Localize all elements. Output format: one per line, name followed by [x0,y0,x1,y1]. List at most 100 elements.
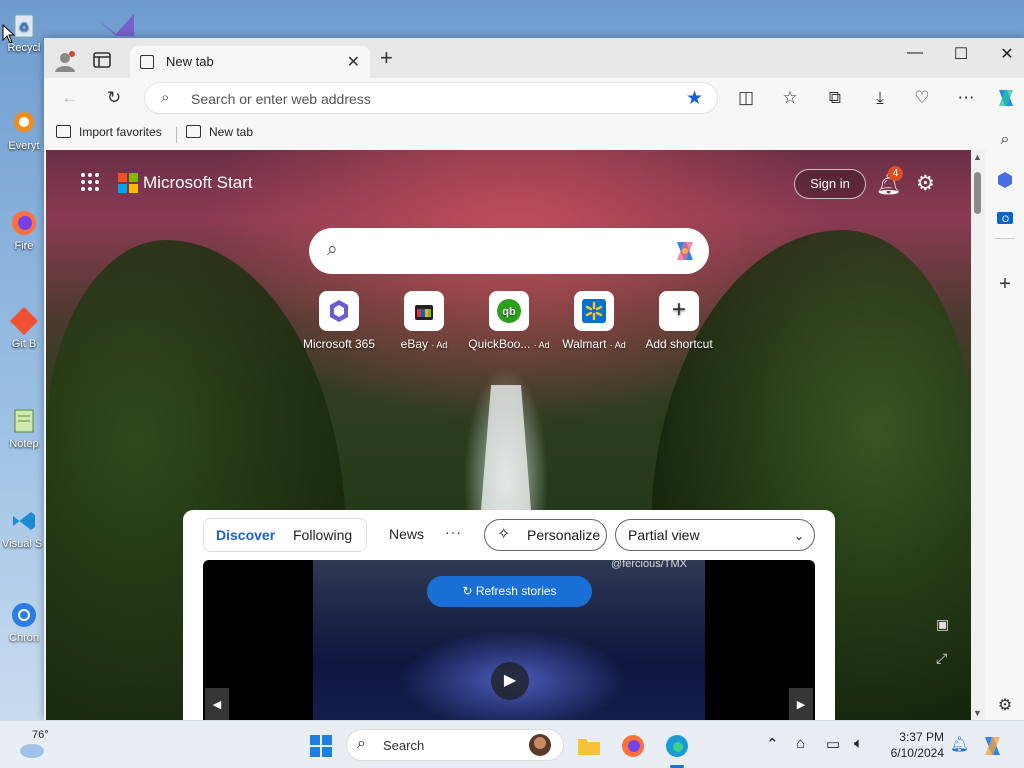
favorites-divider [176,127,177,143]
desktop-icon-label: Chron [9,632,39,644]
desktop-icon-chrome[interactable]: Chron [2,600,46,644]
tab-new-tab[interactable]: New tab ✕ [130,46,370,78]
back-arrow-icon[interactable]: ← [58,86,82,110]
desktop-icon-firefox[interactable]: Fire [2,208,46,252]
view-mode-select[interactable]: Partial view ⌄ [615,519,815,551]
title-bar: New tab ✕ + — ☐ ✕ [44,38,1024,78]
mouse-cursor-icon [2,24,16,44]
sparkle-icon: ✧ [497,526,511,543]
walmart-icon [574,291,614,331]
collections-icon[interactable]: ⧉ [823,86,847,110]
shortcut-microsoft-365[interactable]: Microsoft 365 [294,291,384,351]
shortcut-label: QuickBoo... [468,337,531,351]
close-tab-icon[interactable]: ✕ [347,52,360,72]
system-clock[interactable]: 3:37 PM 6/10/2024 [882,729,944,761]
scroll-down-icon[interactable]: ▼ [973,708,982,718]
new-tab-page-icon [140,55,154,69]
network-icon[interactable]: ⌂ [796,735,805,752]
edge-icon[interactable] [664,733,690,759]
maximize-button[interactable]: ☐ [946,44,976,64]
personalize-label: Personalize [527,527,601,543]
firefox-icon[interactable] [620,733,646,759]
tab-following[interactable]: Following [293,527,352,543]
weather-widget[interactable]: 76° [18,729,58,761]
feed-segment-control: Discover Following [203,518,367,552]
refresh-icon[interactable]: ↻ [102,86,126,110]
taskbar-search-box[interactable]: ⌕ Search [346,729,564,761]
split-screen-icon[interactable]: ◫ [734,86,758,110]
new-tab-favorite[interactable]: New tab [186,125,253,139]
apps-grid-icon[interactable] [80,172,100,192]
favorites-icon[interactable]: ☆ [778,86,802,110]
add-shortcut-button[interactable]: + Add shortcut [634,291,724,351]
plus-icon: + [659,291,699,331]
ad-label: · Ad [609,340,626,350]
shortcut-walmart[interactable]: Walmart · Ad [549,291,639,351]
background-image-icon[interactable]: ▣ [936,616,949,633]
volume-icon[interactable]: 🔈︎ [854,735,863,752]
microsoft-365-icon[interactable] [995,170,1015,190]
search-icon: ⌕ [327,239,338,260]
shortcut-label: eBay [400,337,428,351]
shortcut-label: Add shortcut [645,337,713,351]
outlook-icon[interactable]: O [995,208,1015,228]
image-credit: @fercious/TMX [611,560,687,570]
new-tab-page: Microsoft Start Sign in 🔔︎ 4 ⚙ ⌕ Microso… [46,150,971,720]
display-icon[interactable]: ▭ [826,735,840,753]
shortcut-quickbooks[interactable]: qb QuickBoo... · Ad [464,291,554,351]
copilot-pre-icon[interactable] [980,733,1006,759]
svg-text:♻: ♻ [19,20,30,34]
address-input[interactable] [191,89,651,109]
close-window-button[interactable]: ✕ [992,44,1022,64]
personalize-button[interactable]: ✧ Personalize [484,519,607,551]
clock-date: 6/10/2024 [890,746,944,760]
tab-news[interactable]: News [389,526,424,542]
notification-bell-icon[interactable]: 🔔︎ [950,735,969,753]
web-search-box[interactable]: ⌕ [309,228,709,274]
tab-actions-icon[interactable] [92,50,112,70]
visual-studio-icon[interactable] [94,6,140,40]
scrollbar-thumb[interactable] [974,172,981,214]
add-sidebar-app-icon[interactable]: + [995,274,1015,294]
desktop-icon-everything[interactable]: Everyt [2,108,46,152]
address-bar[interactable]: ⌕ ★ [144,82,718,114]
new-tab-button[interactable]: + [380,47,393,69]
favorite-star-icon[interactable]: ★ [686,87,703,110]
svg-text:qb: qb [502,306,516,318]
copilot-icon[interactable] [994,86,1018,110]
search-icon[interactable]: ⌕ [995,130,1015,150]
copilot-icon[interactable] [671,237,699,265]
desktop-icon-visual-studio-code[interactable]: Visual S Co [2,506,46,550]
more-tabs-button[interactable]: ··· [445,524,462,540]
web-search-input[interactable] [359,240,659,262]
featured-story-card[interactable]: @fercious/TMX ↻ Refresh stories ▶ ◀ ▶ [203,560,815,720]
page-settings-gear-icon[interactable]: ⚙ [916,171,935,196]
sign-in-button[interactable]: Sign in [794,169,866,199]
notification-badge: 4 [888,166,903,181]
sidebar-settings-gear-icon[interactable]: ⚙ [995,696,1015,716]
more-options-icon[interactable]: ⋯ [954,86,978,110]
tab-discover[interactable]: Discover [216,527,275,543]
play-video-icon[interactable]: ▶ [491,662,529,700]
start-windows-icon[interactable] [308,733,334,759]
browser-essentials-icon[interactable]: ♡ [910,86,934,110]
profile-icon[interactable] [52,48,78,74]
minimize-button[interactable]: — [900,44,930,62]
scroll-up-icon[interactable]: ▲ [973,152,982,162]
downloads-icon[interactable]: ⤓ [868,86,892,110]
desktop-icon-notepad[interactable]: Notep [2,406,46,450]
desktop-icon-git-bash[interactable]: Git B [2,306,46,350]
expand-icon[interactable]: ⤢ [936,650,947,667]
svg-text:O: O [1002,214,1009,224]
show-hidden-icons-chevron-icon[interactable]: ⌃ [766,735,779,753]
firefox-icon [12,211,36,235]
ad-label: · Ad [533,340,550,350]
previous-story-arrow-icon[interactable]: ◀ [205,688,229,720]
import-favorites-link[interactable]: Import favorites [56,125,162,139]
next-story-arrow-icon[interactable]: ▶ [789,688,813,720]
refresh-stories-button[interactable]: ↻ Refresh stories [427,576,592,607]
page-scrollbar[interactable]: ▲ ▼ [971,150,985,720]
shortcut-label: Microsoft 365 [302,337,376,351]
shortcut-ebay[interactable]: eBay · Ad [379,291,469,351]
file-explorer-icon[interactable] [576,733,602,759]
